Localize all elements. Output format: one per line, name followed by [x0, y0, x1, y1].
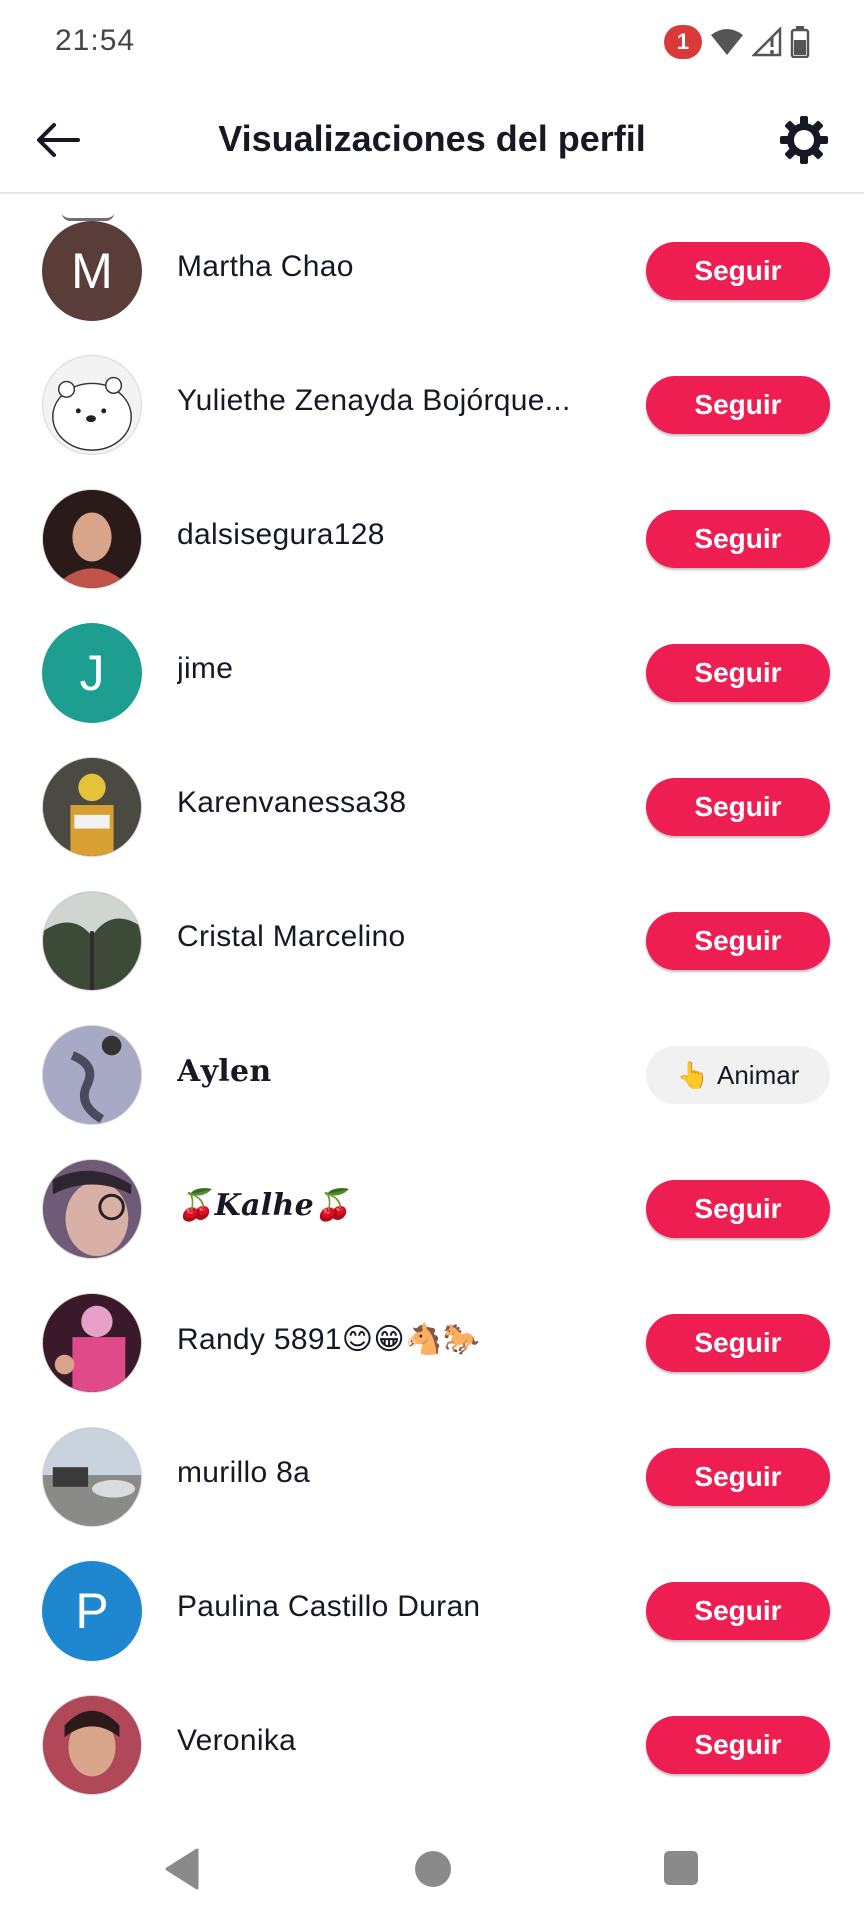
signal-icon	[752, 27, 782, 57]
profile-photo	[43, 1696, 141, 1794]
avatar[interactable]: J	[42, 623, 142, 723]
user-name[interactable]: Paulina Castillo Duran	[177, 1590, 607, 1624]
avatar[interactable]	[42, 891, 142, 991]
avatar[interactable]	[42, 1695, 142, 1795]
user-name[interactable]: 𝐀𝐲𝐥𝐞𝐧	[177, 1054, 607, 1089]
avatar-letter: P	[75, 1583, 109, 1639]
avatar[interactable]: P	[42, 1561, 142, 1661]
profile-photo	[43, 892, 141, 990]
list-item[interactable]: 🍒𝑲𝒂𝒍𝒉𝒆🍒 Seguir	[0, 1142, 864, 1276]
follow-button[interactable]: Seguir	[646, 1716, 830, 1774]
nav-recent-icon[interactable]	[664, 1851, 698, 1885]
list-item[interactable]: Cristal Marcelino Seguir	[0, 874, 864, 1008]
user-name[interactable]: Martha Chao	[177, 250, 607, 284]
avatar[interactable]	[42, 757, 142, 857]
header: Visualizaciones del perfil	[0, 88, 864, 194]
avatar[interactable]	[42, 489, 142, 589]
wifi-icon	[711, 29, 743, 55]
profile-photo	[43, 758, 141, 856]
status-icons: 1	[664, 24, 810, 60]
list-item[interactable]: J jime Seguir	[0, 606, 864, 740]
user-name[interactable]: Karenvanessa38	[177, 786, 607, 820]
user-name[interactable]: Randy 5891😊😁🐴🐎	[177, 1322, 607, 1357]
follow-button[interactable]: Seguir	[646, 778, 830, 836]
list-item[interactable]: Yuliethe Zenayda Bojórque... Seguir	[0, 338, 864, 472]
user-name[interactable]: murillo 8a	[177, 1456, 607, 1490]
follow-button[interactable]: Seguir	[646, 912, 830, 970]
avatar[interactable]	[42, 1159, 142, 1259]
follow-button[interactable]: Seguir	[646, 644, 830, 702]
avatar[interactable]: M	[42, 221, 142, 321]
follow-button[interactable]: Seguir	[646, 1582, 830, 1640]
profile-viewers-list[interactable]: M Martha Chao Seguir Yuliethe Zenayda Bo…	[0, 194, 864, 1820]
system-nav-bar	[0, 1820, 864, 1920]
notification-badge: 1	[664, 25, 702, 59]
avatar-letter: J	[79, 645, 105, 701]
user-name[interactable]: Yuliethe Zenayda Bojórque...	[177, 384, 607, 418]
profile-photo	[43, 1428, 141, 1526]
profile-photo	[43, 1160, 141, 1258]
list-item[interactable]: P Paulina Castillo Duran Seguir	[0, 1544, 864, 1678]
pointing-hand-icon: 👆	[676, 1059, 709, 1090]
status-time: 21:54	[55, 24, 136, 57]
bear-avatar-image	[52, 376, 132, 451]
user-name[interactable]: 🍒𝑲𝒂𝒍𝒉𝒆🍒	[177, 1188, 607, 1223]
list-item[interactable]: M Martha Chao Seguir	[0, 204, 864, 338]
avatar[interactable]	[42, 1025, 142, 1125]
profile-photo	[43, 490, 141, 588]
status-bar: 21:54 1	[0, 0, 864, 88]
user-name[interactable]: jime	[177, 652, 607, 686]
list-item[interactable]: murillo 8a Seguir	[0, 1410, 864, 1544]
follow-button[interactable]: Seguir	[646, 510, 830, 568]
user-name[interactable]: dalsisegura128	[177, 518, 607, 552]
follow-button[interactable]: Seguir	[646, 1314, 830, 1372]
cheer-label: Animar	[717, 1059, 800, 1090]
list-item[interactable]: Karenvanessa38 Seguir	[0, 740, 864, 874]
profile-photo	[43, 1294, 141, 1392]
avatar[interactable]	[42, 1293, 142, 1393]
nav-home-icon[interactable]	[415, 1851, 451, 1887]
avatar[interactable]	[42, 355, 142, 455]
page-title: Visualizaciones del perfil	[218, 118, 646, 159]
list-item[interactable]: Veronika Seguir	[0, 1678, 864, 1812]
gear-icon	[780, 116, 828, 164]
avatar-letter: M	[71, 243, 113, 299]
avatar[interactable]	[42, 1427, 142, 1527]
settings-button[interactable]	[776, 112, 832, 168]
battery-icon	[790, 26, 810, 58]
follow-button[interactable]: Seguir	[646, 1448, 830, 1506]
follow-button[interactable]: Seguir	[646, 242, 830, 300]
follow-button[interactable]: Seguir	[646, 376, 830, 434]
nav-back-icon[interactable]	[163, 1848, 199, 1890]
cheer-button[interactable]: 👆 Animar	[646, 1046, 830, 1104]
list-item[interactable]: dalsisegura128 Seguir	[0, 472, 864, 606]
user-name[interactable]: Veronika	[177, 1724, 607, 1758]
profile-photo	[43, 1026, 141, 1124]
list-item[interactable]: Randy 5891😊😁🐴🐎 Seguir	[0, 1276, 864, 1410]
user-name[interactable]: Cristal Marcelino	[177, 920, 607, 954]
list-item[interactable]: 𝐀𝐲𝐥𝐞𝐧 👆 Animar	[0, 1008, 864, 1142]
follow-button[interactable]: Seguir	[646, 1180, 830, 1238]
